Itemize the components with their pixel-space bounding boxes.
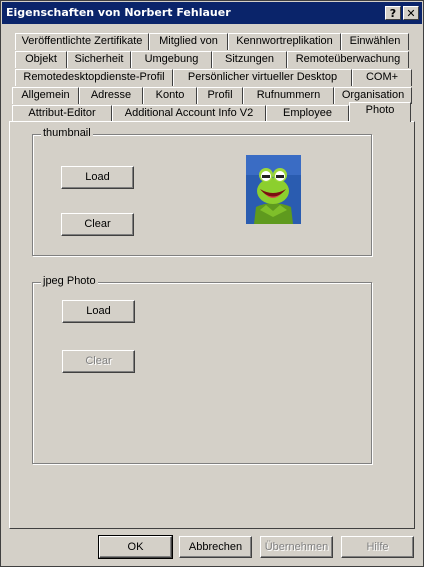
tab-allgemein[interactable]: Allgemein xyxy=(12,87,79,104)
jpeg-load-button[interactable]: Load xyxy=(62,300,135,323)
close-icon[interactable]: ✕ xyxy=(403,6,419,20)
tab-additional-account-info-v2[interactable]: Additional Account Info V2 xyxy=(112,105,266,122)
tab-profil[interactable]: Profil xyxy=(197,87,243,104)
tab-sitzungen[interactable]: Sitzungen xyxy=(212,51,287,68)
tab-einwaehlen[interactable]: Einwählen xyxy=(341,33,409,50)
window-title: Eigenschaften von Norbert Fehlauer xyxy=(6,6,231,19)
tab-umgebung[interactable]: Umgebung xyxy=(131,51,212,68)
help-icon[interactable]: ? xyxy=(385,6,401,20)
ok-button[interactable]: OK xyxy=(98,535,173,559)
tab-konto[interactable]: Konto xyxy=(143,87,197,104)
thumbnail-group-label: thumbnail xyxy=(41,127,93,139)
jpeg-photo-group: jpeg Photo Load Clear xyxy=(32,275,372,464)
tab-objekt[interactable]: Objekt xyxy=(15,51,67,68)
kermit-photo-icon xyxy=(246,155,301,224)
tab-mitglied-von[interactable]: Mitglied von xyxy=(149,33,228,50)
tab-attribut-editor[interactable]: Attribut-Editor xyxy=(12,105,112,122)
apply-button[interactable]: Übernehmen xyxy=(260,536,333,558)
title-bar: Eigenschaften von Norbert Fehlauer ? ✕ xyxy=(2,2,422,24)
tab-veroeffentlichte-zertifikate[interactable]: Veröffentlichte Zertifikate xyxy=(15,33,149,50)
tab-persoenlicher-virtueller-desktop[interactable]: Persönlicher virtueller Desktop xyxy=(173,69,352,86)
tab-sicherheit[interactable]: Sicherheit xyxy=(67,51,131,68)
tab-kennwortreplikation[interactable]: Kennwortreplikation xyxy=(228,33,341,50)
tab-remoteueberwachung[interactable]: Remoteüberwachung xyxy=(287,51,409,68)
tab-photo[interactable]: Photo xyxy=(349,102,411,122)
properties-dialog: Eigenschaften von Norbert Fehlauer ? ✕ V… xyxy=(0,0,424,567)
photo-tab-panel: thumbnail Load Clear jpeg Photo Load Cle… xyxy=(9,121,415,529)
thumbnail-load-button[interactable]: Load xyxy=(61,166,134,189)
tab-employee[interactable]: Employee xyxy=(266,105,349,122)
jpeg-photo-group-label: jpeg Photo xyxy=(41,275,98,287)
cancel-button[interactable]: Abbrechen xyxy=(179,536,252,558)
help-button[interactable]: Hilfe xyxy=(341,536,414,558)
jpeg-clear-button[interactable]: Clear xyxy=(62,350,135,373)
tab-adresse[interactable]: Adresse xyxy=(79,87,143,104)
thumbnail-group: thumbnail Load Clear xyxy=(32,127,372,256)
thumbnail-clear-button[interactable]: Clear xyxy=(61,213,134,236)
tab-com-plus[interactable]: COM+ xyxy=(352,69,412,86)
thumbnail-photo xyxy=(246,155,301,224)
tab-remotedesktopdienste-profil[interactable]: Remotedesktopdienste-Profil xyxy=(15,69,173,86)
tab-rufnummern[interactable]: Rufnummern xyxy=(243,87,334,104)
